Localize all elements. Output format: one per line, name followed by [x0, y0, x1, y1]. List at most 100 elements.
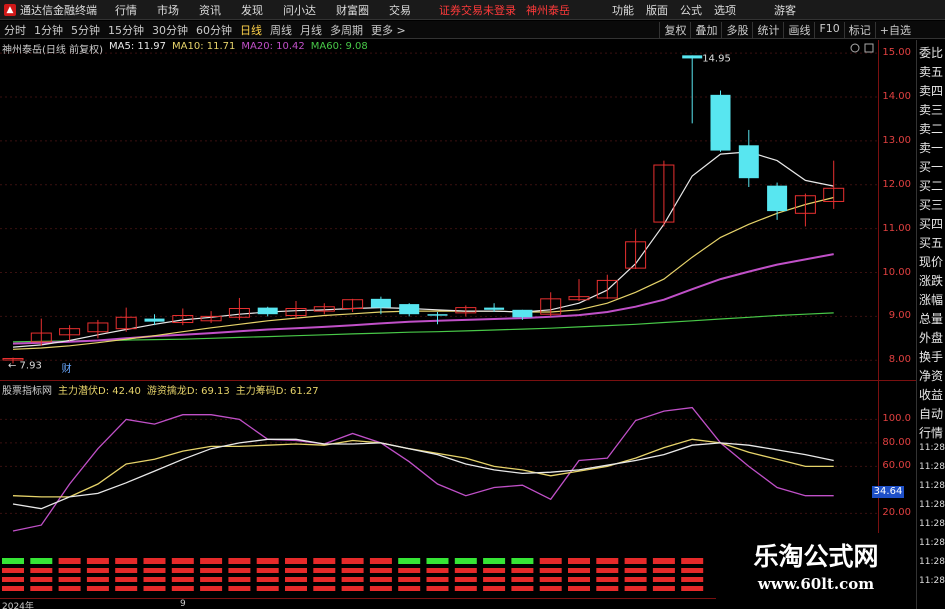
- side-label: 11:28: [919, 500, 945, 510]
- signal-bar-top: [86, 558, 109, 564]
- indicator-line2: 游资擒龙D: 69.13: [146, 386, 230, 397]
- period-weekly[interactable]: 周线: [266, 22, 296, 38]
- period-more[interactable]: 更多 >: [367, 22, 410, 38]
- menu-jiaoyi[interactable]: 交易: [389, 2, 411, 18]
- candle: [87, 319, 109, 339]
- signal-bar-mid: [624, 568, 647, 573]
- tool-tongji[interactable]: 统计: [752, 21, 783, 38]
- signal-bar-low: [313, 577, 336, 582]
- signal-bar-bottom: [426, 586, 449, 591]
- signal-bar-low: [228, 577, 251, 582]
- signal-bar-low: [115, 577, 138, 582]
- legend-ma5: MA5: 11.97: [108, 41, 166, 52]
- signal-bar-mid: [200, 568, 223, 573]
- menu-hangqing[interactable]: 行情: [115, 2, 137, 18]
- tool-zixuan[interactable]: +自选: [874, 21, 915, 38]
- signal-bar-top: [285, 558, 307, 564]
- menu-zixun[interactable]: 资讯: [199, 2, 221, 18]
- price-tick: 9.00: [888, 310, 911, 322]
- side-label: 11:28: [919, 557, 945, 567]
- period-60min[interactable]: 60分钟: [192, 22, 236, 38]
- tool-fuquan[interactable]: 复权: [659, 21, 690, 38]
- ma20-line: [12, 253, 834, 345]
- stock-terminal-window: ▲ 通达信金融终端 行情 市场 资讯 发现 问小达 财富圈 交易 证券交易未登录…: [0, 0, 945, 609]
- menu-gongneng[interactable]: 功能: [612, 2, 634, 18]
- signal-bar-mid: [454, 568, 477, 573]
- signal-bar-mid: [596, 568, 619, 573]
- menu-shichang[interactable]: 市场: [157, 2, 179, 18]
- signal-bar-low: [624, 577, 647, 582]
- price-tick: 11.00: [882, 222, 911, 234]
- period-multi[interactable]: 多周期: [326, 22, 367, 38]
- menu-banmian[interactable]: 版面: [646, 2, 668, 18]
- signal-bar-mid: [256, 568, 279, 573]
- tool-duogu[interactable]: 多股: [721, 21, 752, 38]
- quote-side-panel: 委比 卖五 卖四 卖三 卖二 卖一 买一 买二 买三 买四 买五 现价 涨跌 涨幅 总量 外盘 换手 净资 收益 自动…: [916, 40, 945, 609]
- signal-bar-top: [624, 558, 647, 564]
- signal-bar-bottom: [652, 586, 675, 591]
- signal-bar-mid: [86, 568, 109, 573]
- candle: [568, 279, 590, 302]
- signal-bar-top: [398, 558, 421, 564]
- candle: [794, 193, 816, 227]
- menu-caifuquan[interactable]: 财富圈: [336, 2, 369, 18]
- signal-bar-mid: [369, 568, 392, 573]
- main-legend: 神州泰岳(日线 前复权) MA5: 11.97 MA10: 11.71 MA20…: [2, 41, 368, 56]
- signal-bar-bottom: [341, 586, 364, 591]
- menu-xuanxiang[interactable]: 选项: [714, 2, 736, 18]
- settings-icon: [850, 43, 860, 53]
- signal-bar-top: [341, 558, 364, 564]
- candle-body: [484, 307, 505, 310]
- login-status[interactable]: 证券交易未登录: [439, 2, 516, 18]
- period-5min[interactable]: 5分钟: [67, 22, 104, 38]
- period-15min[interactable]: 15分钟: [104, 22, 148, 38]
- legend-ma20: MA20: 10.42: [241, 41, 305, 52]
- signal-bar-bottom: [86, 586, 109, 591]
- signal-bar-top: [483, 558, 506, 564]
- user-guest[interactable]: 游客: [774, 2, 796, 18]
- tool-diejia[interactable]: 叠加: [690, 21, 721, 38]
- signal-bar-mid: [568, 568, 590, 573]
- menu-wenxiaoda[interactable]: 问小达: [283, 2, 316, 18]
- period-fenshi[interactable]: 分时: [0, 22, 30, 38]
- signal-bar-mid: [171, 568, 194, 573]
- signal-bar-top: [539, 558, 562, 564]
- signal-bar-top: [200, 558, 223, 564]
- signal-bar-mid: [539, 568, 562, 573]
- indicator-title[interactable]: 股票指标网: [2, 382, 52, 397]
- side-label: 卖三: [919, 103, 944, 117]
- menu-gongshi[interactable]: 公式: [680, 2, 702, 18]
- candle: [767, 182, 788, 220]
- side-label: 11:28: [919, 538, 945, 548]
- price-tick: 8.00: [888, 354, 911, 366]
- tool-huaxian[interactable]: 画线: [783, 21, 814, 38]
- candle: [257, 306, 278, 317]
- side-label: 卖二: [919, 122, 944, 136]
- menu-bar: ▲ 通达信金融终端 行情 市场 资讯 发现 问小达 财富圈 交易 证券交易未登录…: [0, 0, 945, 20]
- signal-bar-bottom: [511, 586, 534, 591]
- candle-body: [682, 55, 703, 59]
- candle-body: [767, 185, 788, 212]
- signal-bar-low: [58, 577, 81, 582]
- signal-bar-top: [454, 558, 477, 564]
- signal-bar-bottom: [228, 586, 251, 591]
- signal-bar-bottom: [143, 586, 166, 591]
- indicator-line3: 主力筹码D: 61.27: [235, 386, 319, 397]
- indicator-tick: 80.00: [882, 436, 911, 448]
- high-price-label: 14.95: [702, 53, 731, 64]
- tool-biaoji[interactable]: 标记: [843, 21, 875, 38]
- signal-bar-bottom: [398, 586, 421, 591]
- signal-bar-mid: [398, 568, 421, 573]
- tool-f10[interactable]: F10: [814, 21, 843, 38]
- kline-chart[interactable]: 14.95 ← 7.93 财: [0, 40, 877, 380]
- app-logo-icon: ▲: [4, 3, 16, 16]
- app-title: 通达信金融终端: [20, 3, 97, 17]
- period-30min[interactable]: 30分钟: [148, 22, 192, 38]
- period-daily[interactable]: 日线: [236, 22, 266, 38]
- indicator-yellow-line: [12, 438, 834, 498]
- side-label: 11:28: [919, 443, 945, 453]
- period-monthly[interactable]: 月线: [296, 22, 326, 38]
- side-label: 卖五: [919, 65, 944, 79]
- menu-faxian[interactable]: 发现: [241, 2, 263, 18]
- period-1min[interactable]: 1分钟: [30, 22, 67, 38]
